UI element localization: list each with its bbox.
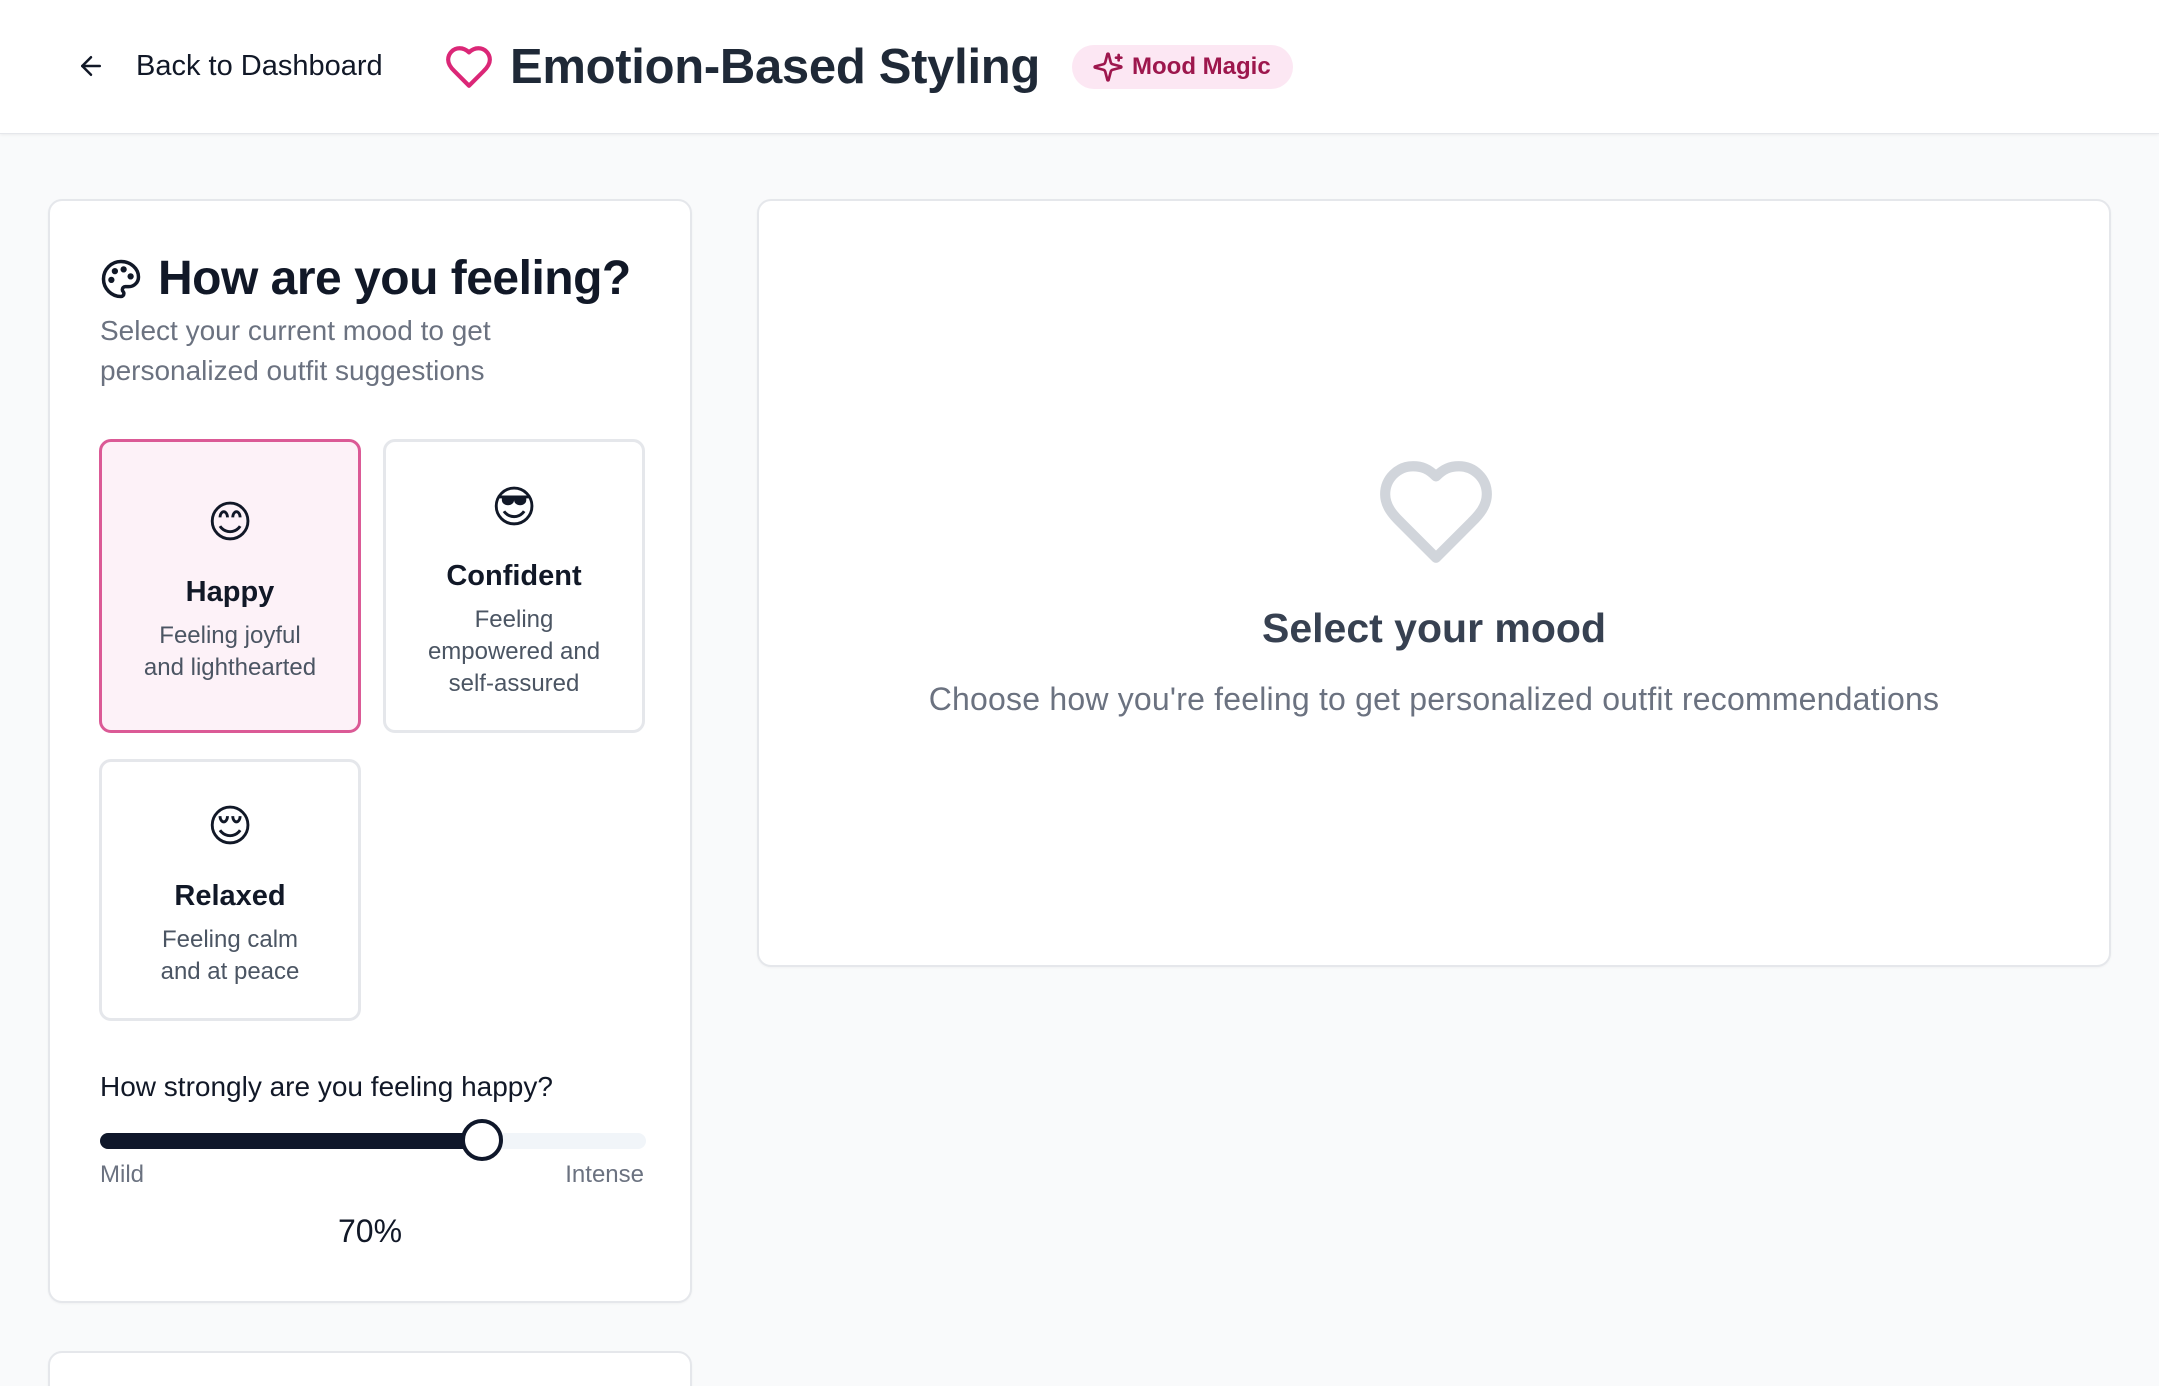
secondary-card xyxy=(48,1351,692,1386)
mood-description: Feeling joyful and lighthearted xyxy=(143,622,317,681)
recommendations-card: Select your mood Choose how you're feeli… xyxy=(757,199,2111,967)
mood-card-header: How are you feeling? xyxy=(100,251,631,306)
heart-icon xyxy=(1380,461,1492,563)
intensity-label: How strongly are you feeling happy? xyxy=(100,1071,553,1102)
mood-name: Happy xyxy=(185,576,275,608)
mood-selector-card: How are you feeling? Select your current… xyxy=(48,199,692,1303)
top-bar: Back to Dashboard Emotion-Based Styling … xyxy=(0,0,2159,134)
sunglasses-emoji-icon: 😎 xyxy=(491,483,537,532)
mood-description: Feeling calm and at peace xyxy=(160,926,300,985)
slider-max-label: Intense xyxy=(565,1161,644,1188)
back-label: Back to Dashboard xyxy=(136,49,383,82)
heart-icon xyxy=(446,46,492,88)
mood-option-confident[interactable]: 😎 Confident Feeling empowered and self-a… xyxy=(383,439,645,733)
relieved-emoji-icon: 😌 xyxy=(207,802,253,851)
mood-name: Relaxed xyxy=(174,880,286,912)
happy-emoji-icon: 😊 xyxy=(207,498,253,547)
back-to-dashboard-button[interactable]: Back to Dashboard xyxy=(56,34,403,98)
sparkles-icon xyxy=(1093,52,1123,82)
page-title: Emotion-Based Styling xyxy=(510,40,1041,94)
mood-option-happy[interactable]: 😊 Happy Feeling joyful and lighthearted xyxy=(99,439,361,733)
page-header: Emotion-Based Styling Mood Magic xyxy=(444,36,1293,98)
intensity-slider[interactable] xyxy=(100,1119,646,1161)
slider-fill xyxy=(100,1133,483,1149)
slider-min-label: Mild xyxy=(100,1161,145,1188)
mood-option-relaxed[interactable]: 😌 Relaxed Feeling calm and at peace xyxy=(99,759,361,1021)
mood-card-subtitle: Select your current mood to get personal… xyxy=(100,315,491,386)
palette-icon xyxy=(101,259,141,298)
mood-card-title: How are you feeling? xyxy=(158,252,631,305)
mood-description: Feeling empowered and self-assured xyxy=(427,606,601,697)
mood-name: Confident xyxy=(446,560,582,592)
mood-magic-badge: Mood Magic xyxy=(1072,45,1293,89)
badge-label: Mood Magic xyxy=(1132,53,1271,80)
empty-state-subtitle: Choose how you're feeling to get persona… xyxy=(928,681,1940,717)
empty-state-title: Select your mood xyxy=(1261,605,1606,651)
arrow-left-icon xyxy=(81,56,101,76)
slider-thumb[interactable] xyxy=(461,1119,504,1161)
intensity-value: 70% xyxy=(337,1213,403,1249)
